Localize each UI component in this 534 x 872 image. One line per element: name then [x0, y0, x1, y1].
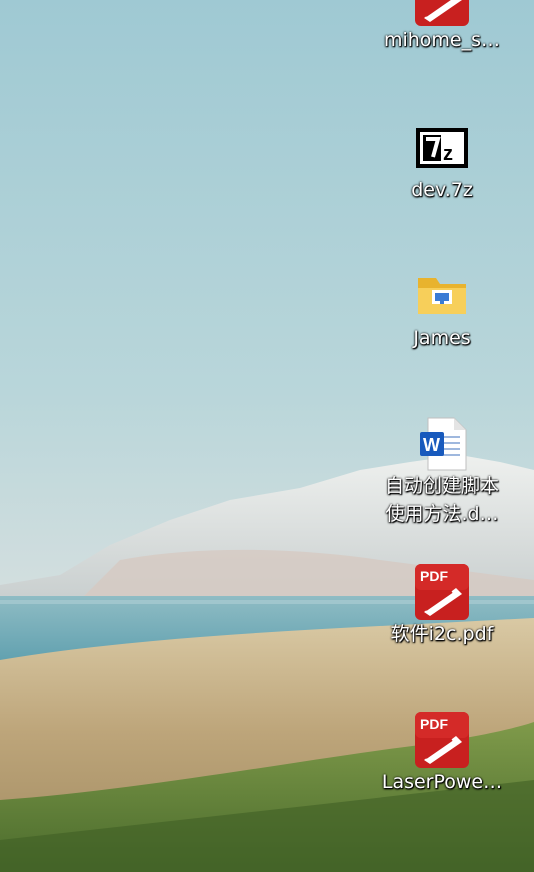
- pdf-icon: PDF: [415, 564, 469, 620]
- pdf-icon: PDF: [415, 712, 469, 768]
- svg-text:z: z: [443, 143, 453, 165]
- word-document-icon: W: [420, 417, 467, 471]
- svg-text:PDF: PDF: [420, 568, 448, 584]
- folder-icon: [418, 278, 466, 314]
- desktop-icon-mihome[interactable]: PDF mihome_s…: [374, 0, 510, 54]
- desktop-icon-laserpower-pdf[interactable]: PDF LaserPowe…: [374, 710, 510, 796]
- desktop-icon-i2c-pdf[interactable]: PDF 软件i2c.pdf: [374, 562, 510, 648]
- svg-text:PDF: PDF: [420, 716, 448, 732]
- icon-label: 软件i2c.pdf: [390, 623, 494, 645]
- desktop-icon-word-doc[interactable]: W 自动创建脚本 使用方法.d…: [374, 414, 510, 528]
- icon-label: LaserPowe…: [381, 771, 503, 793]
- icon-label-line-1: 自动创建脚本: [384, 475, 499, 497]
- desktop-icon-james-folder[interactable]: James: [374, 266, 510, 352]
- 7z-archive-icon: z: [416, 128, 468, 168]
- svg-text:W: W: [423, 435, 440, 455]
- icon-label: James: [413, 327, 471, 349]
- desktop-icon-dev-7z[interactable]: z dev.7z: [374, 118, 510, 204]
- pdf-icon: PDF: [415, 0, 469, 26]
- icon-label: mihome_s…: [383, 29, 501, 51]
- icon-label-line-2: 使用方法.d…: [385, 503, 499, 525]
- icon-label: dev.7z: [411, 179, 473, 201]
